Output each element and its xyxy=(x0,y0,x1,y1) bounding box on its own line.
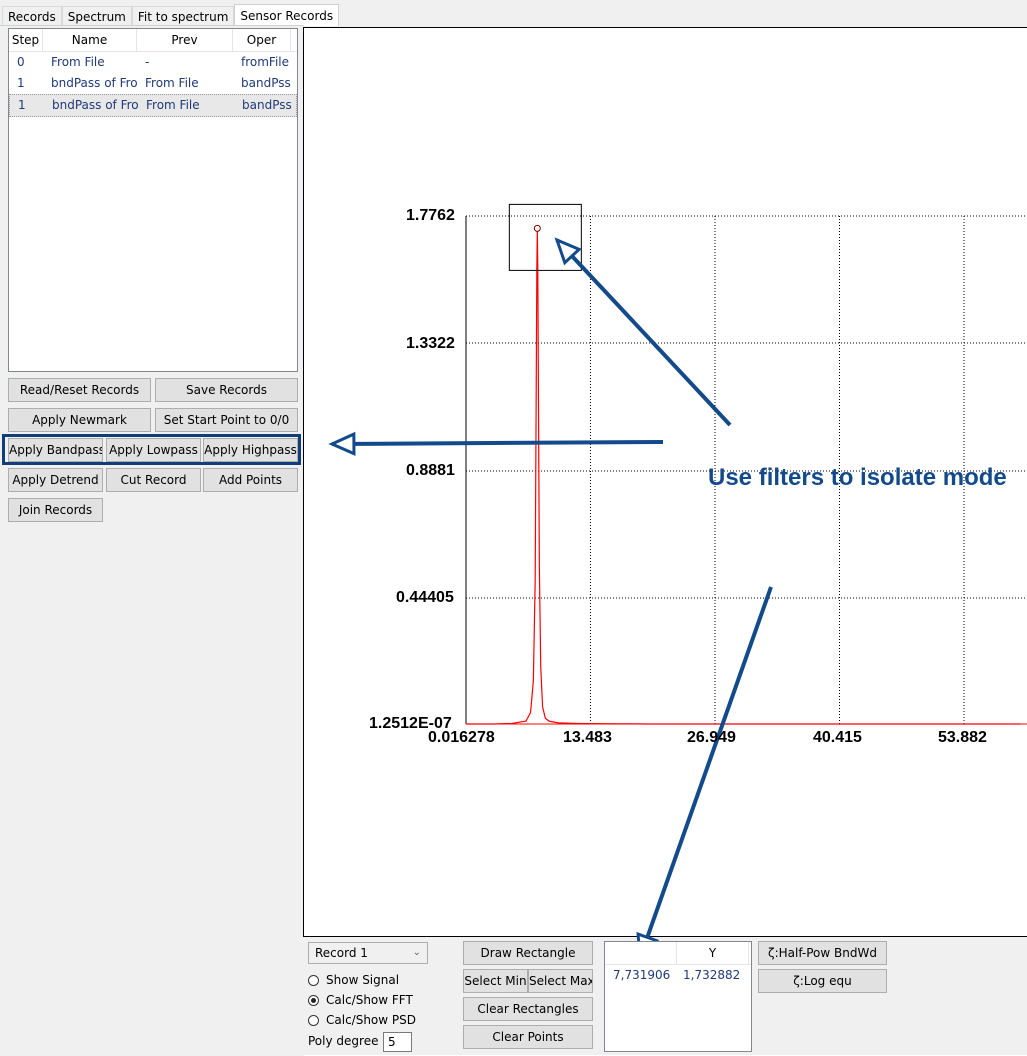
radio-label: Calc/Show PSD xyxy=(326,1013,416,1027)
select-max-button[interactable]: Select Max xyxy=(528,969,593,993)
radio-button-icon[interactable] xyxy=(308,1014,319,1026)
radio-calc-show-psd[interactable]: Calc/Show PSD xyxy=(308,1011,416,1029)
radio-label: Show Signal xyxy=(326,973,400,987)
annotation-text: Use filters to isolate mode xyxy=(708,464,1007,491)
y-tick-label: 1.7762 xyxy=(406,207,455,224)
x-tick-label: 0.016278 xyxy=(428,729,495,746)
clear-rectangles-button[interactable]: Clear Rectangles xyxy=(463,997,593,1021)
radio-button-icon[interactable] xyxy=(308,974,319,986)
x-tick-label: 13.483 xyxy=(563,729,612,746)
clear-points-button[interactable]: Clear Points xyxy=(463,1025,593,1049)
arrow-to-filter-buttons xyxy=(331,440,664,446)
peak-marker xyxy=(533,224,541,232)
x-tick-label: 53.882 xyxy=(938,729,987,746)
y-tick-label: 0.44405 xyxy=(396,589,454,606)
points-grid[interactable]: Y 7,731906 1,732882 xyxy=(604,941,752,1052)
log-equation-button[interactable]: ζ:Log equ xyxy=(758,969,887,993)
chevron-down-icon: ⌄ xyxy=(412,947,421,958)
radio-calc-show-fft[interactable]: Calc/Show FFT xyxy=(308,991,413,1009)
radio-button-icon[interactable] xyxy=(308,994,319,1006)
y-tick-label: 1.3322 xyxy=(406,335,455,352)
radio-show-signal[interactable]: Show Signal xyxy=(308,971,399,989)
points-grid-header: Y xyxy=(605,942,751,965)
select-min-button[interactable]: Select Min xyxy=(463,969,528,993)
radio-label: Calc/Show FFT xyxy=(326,993,413,1007)
arrow-to-points-grid xyxy=(638,586,773,959)
spectrum-chart xyxy=(328,203,1027,962)
selection-rectangle xyxy=(508,203,582,271)
arrow-to-filter-buttons-head xyxy=(328,431,356,456)
column-header-x[interactable] xyxy=(605,942,677,964)
poly-degree-input[interactable]: 5 xyxy=(383,1032,412,1052)
y-tick-label: 0.8881 xyxy=(406,462,455,479)
record-select[interactable]: Record 1 ⌄ xyxy=(308,942,428,964)
half-power-bandwidth-button[interactable]: ζ:Half-Pow BndWd xyxy=(758,941,887,965)
table-row[interactable]: 7,731906 1,732882 xyxy=(605,965,751,985)
draw-rectangle-button[interactable]: Draw Rectangle xyxy=(463,941,593,965)
x-tick-label: 26.949 xyxy=(687,729,736,746)
cell-y: 1,732882 xyxy=(683,968,741,982)
record-select-value: Record 1 xyxy=(315,946,368,960)
column-header-y[interactable]: Y xyxy=(677,942,749,964)
poly-degree-label: Poly degree xyxy=(308,1034,379,1048)
arrow-to-peak xyxy=(555,238,732,427)
x-tick-label: 40.415 xyxy=(813,729,862,746)
cell-x: 7,731906 xyxy=(613,968,671,982)
